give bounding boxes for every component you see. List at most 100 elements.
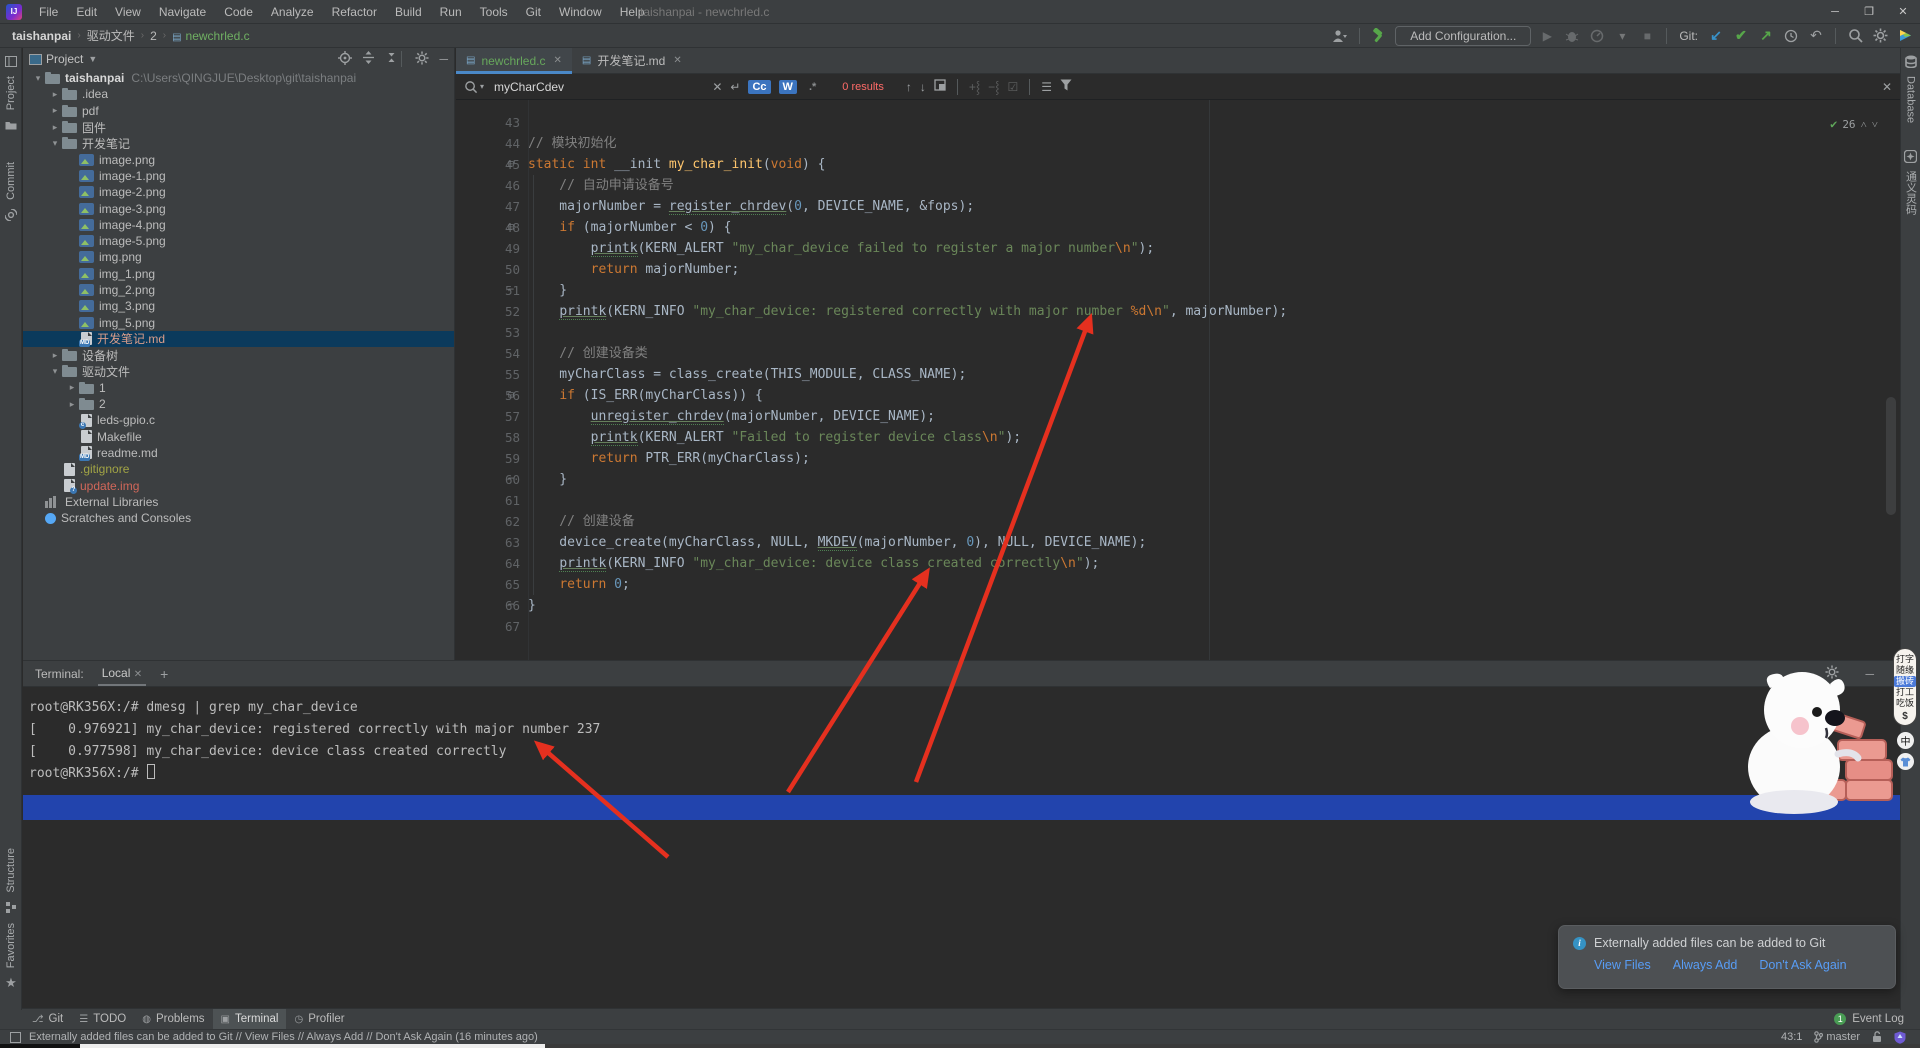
- fold-marker-icon[interactable]: ⌐: [508, 469, 514, 490]
- tree-item-img_3.png[interactable]: img_3.png: [23, 298, 454, 314]
- tree-item-2[interactable]: ▸2: [23, 396, 454, 412]
- tree-item-img_2.png[interactable]: img_2.png: [23, 282, 454, 298]
- git-update-icon[interactable]: ↙: [1707, 27, 1725, 45]
- tongyi-lingma-icon[interactable]: [1903, 149, 1919, 163]
- breadcrumb-item[interactable]: taishanpai: [10, 29, 73, 43]
- folder-icon[interactable]: [3, 118, 19, 132]
- notification-action-view-files[interactable]: View Files: [1594, 958, 1651, 972]
- close-button[interactable]: ✕: [1886, 0, 1920, 23]
- close-tab-icon[interactable]: ✕: [673, 55, 681, 66]
- tree-item-taishanpai[interactable]: ▾taishanpaiC:\Users\QINGJUE\Desktop\git\…: [23, 70, 454, 86]
- close-tab-icon[interactable]: ✕: [553, 55, 561, 66]
- profiler-icon[interactable]: [1588, 27, 1606, 45]
- menu-view[interactable]: View: [106, 5, 150, 19]
- clear-search-icon[interactable]: ✕: [712, 80, 722, 94]
- tree-item-1[interactable]: ▸1: [23, 380, 454, 396]
- search-history-chevron-icon[interactable]: ▾: [480, 82, 484, 91]
- tree-item-image-1.png[interactable]: image-1.png: [23, 168, 454, 184]
- match-case-toggle[interactable]: Cc: [748, 80, 770, 94]
- tree-chevron-icon[interactable]: ▾: [48, 366, 62, 377]
- settings-gear-icon[interactable]: [1871, 27, 1889, 45]
- tree-item-pdf[interactable]: ▸pdf: [23, 103, 454, 119]
- tree-chevron-icon[interactable]: ▸: [48, 350, 62, 361]
- tree-chevron-icon[interactable]: ▸: [48, 105, 62, 116]
- tree-item-开发笔记.md[interactable]: MD开发笔记.md: [23, 331, 454, 347]
- tree-chevron-icon[interactable]: ▸: [48, 122, 62, 133]
- add-configuration-button[interactable]: Add Configuration...: [1395, 26, 1531, 46]
- terminal-tab-local[interactable]: Local ✕: [98, 666, 146, 682]
- fold-marker-icon[interactable]: ⌐: [508, 280, 514, 301]
- tree-item-设备树[interactable]: ▸设备树: [23, 347, 454, 363]
- regex-toggle[interactable]: .*: [805, 80, 820, 94]
- database-icon[interactable]: [1903, 54, 1919, 68]
- filter-icon[interactable]: [1060, 79, 1072, 94]
- tree-chevron-icon[interactable]: ▸: [65, 382, 79, 393]
- add-occurrence-icon[interactable]: +⸾: [969, 78, 980, 95]
- structure-icon[interactable]: [3, 901, 19, 915]
- tree-item-readme.md[interactable]: MDreadme.md: [23, 445, 454, 461]
- previous-occurrence-icon[interactable]: ↑: [906, 80, 912, 94]
- menu-build[interactable]: Build: [386, 5, 431, 19]
- tree-item-image-2.png[interactable]: image-2.png: [23, 184, 454, 200]
- git-push-icon[interactable]: ↗: [1757, 27, 1775, 45]
- notification-action-don-t-ask-again[interactable]: Don't Ask Again: [1759, 958, 1846, 972]
- select-all-occurrences-icon[interactable]: [934, 79, 946, 94]
- menu-git[interactable]: Git: [517, 5, 550, 19]
- pet-language-button[interactable]: 中: [1897, 732, 1914, 749]
- stripe-structure-label[interactable]: Structure: [5, 848, 17, 893]
- tree-item-update.img[interactable]: ?update.img: [23, 477, 454, 493]
- editor-tab[interactable]: ▤newchrled.c✕: [456, 48, 572, 73]
- colorful-plugin-icon[interactable]: [1896, 27, 1914, 45]
- fold-marker-icon[interactable]: ⌐: [508, 595, 514, 616]
- stripe-favorites-label[interactable]: Favorites: [5, 923, 17, 968]
- search-input[interactable]: myCharCdev: [494, 80, 564, 94]
- menu-file[interactable]: File: [30, 5, 67, 19]
- git-commit-icon[interactable]: ✔: [1732, 27, 1750, 45]
- search-everywhere-icon[interactable]: [1846, 27, 1864, 45]
- fold-marker-icon[interactable]: ⊟: [508, 385, 514, 406]
- maximize-button[interactable]: ❐: [1852, 0, 1886, 23]
- toolwindow-button-profiler[interactable]: ◷Profiler: [286, 1009, 352, 1030]
- build-hammer-icon[interactable]: [1370, 27, 1388, 45]
- menu-navigate[interactable]: Navigate: [150, 5, 215, 19]
- menu-code[interactable]: Code: [215, 5, 262, 19]
- run-options-chevron-icon[interactable]: ▾: [1613, 27, 1631, 45]
- next-occurrence-icon[interactable]: ↓: [920, 80, 926, 94]
- run-icon[interactable]: ▶: [1538, 27, 1556, 45]
- tree-item-Scratches and Consoles[interactable]: Scratches and Consoles: [23, 510, 454, 526]
- newline-icon[interactable]: ↵: [730, 80, 740, 94]
- terminal-output[interactable]: root@RK356X:/# dmesg | grep my_char_devi…: [23, 687, 1900, 785]
- tree-item-External Libraries[interactable]: External Libraries: [23, 494, 454, 510]
- plugin-shield-icon[interactable]: [1894, 1031, 1906, 1044]
- inspection-widget[interactable]: ✔26 ˄˅: [1830, 114, 1878, 135]
- chevron-down-icon[interactable]: ▼: [88, 54, 97, 64]
- view-options-icon[interactable]: ☰: [1041, 80, 1052, 94]
- toolwindow-button-terminal[interactable]: ▣Terminal: [213, 1009, 287, 1030]
- toolwindow-button-problems[interactable]: ◍Problems: [134, 1009, 212, 1030]
- tree-chevron-icon[interactable]: ▸: [65, 399, 79, 410]
- pet-shirt-button[interactable]: [1897, 753, 1914, 770]
- menu-analyze[interactable]: Analyze: [262, 5, 323, 19]
- close-icon[interactable]: ✕: [134, 669, 142, 680]
- stripe-database-label[interactable]: Database: [1905, 76, 1917, 123]
- tree-item-.idea[interactable]: ▸.idea: [23, 86, 454, 102]
- debug-icon[interactable]: [1563, 27, 1581, 45]
- fold-marker-icon[interactable]: ⊟: [508, 217, 514, 238]
- code-editor[interactable]: ✔26 ˄˅ 4344// 模块初始化45⊟static int __init …: [456, 100, 1900, 660]
- tree-item-.gitignore[interactable]: .gitignore: [23, 461, 454, 477]
- breadcrumb-item[interactable]: ▤newchrled.c: [170, 29, 251, 43]
- check-occurrence-icon[interactable]: ☑: [1007, 80, 1018, 94]
- tree-item-leds-gpio.c[interactable]: cleds-gpio.c: [23, 412, 454, 428]
- status-message[interactable]: Externally added files can be added to G…: [29, 1031, 538, 1043]
- tree-item-image-5.png[interactable]: image-5.png: [23, 233, 454, 249]
- breadcrumb-item[interactable]: 驱动文件: [85, 27, 137, 44]
- unlocked-icon[interactable]: [1872, 1031, 1882, 1043]
- menu-refactor[interactable]: Refactor: [323, 5, 386, 19]
- hide-panel-icon[interactable]: ─: [439, 52, 448, 66]
- tree-item-img_1.png[interactable]: img_1.png: [23, 266, 454, 282]
- breadcrumb-item[interactable]: 2: [148, 29, 159, 43]
- fold-marker-icon[interactable]: ⊟: [508, 154, 514, 175]
- minimize-button[interactable]: ─: [1818, 0, 1852, 23]
- project-toolwindow-icon[interactable]: [3, 54, 19, 68]
- tree-chevron-icon[interactable]: ▾: [31, 73, 45, 84]
